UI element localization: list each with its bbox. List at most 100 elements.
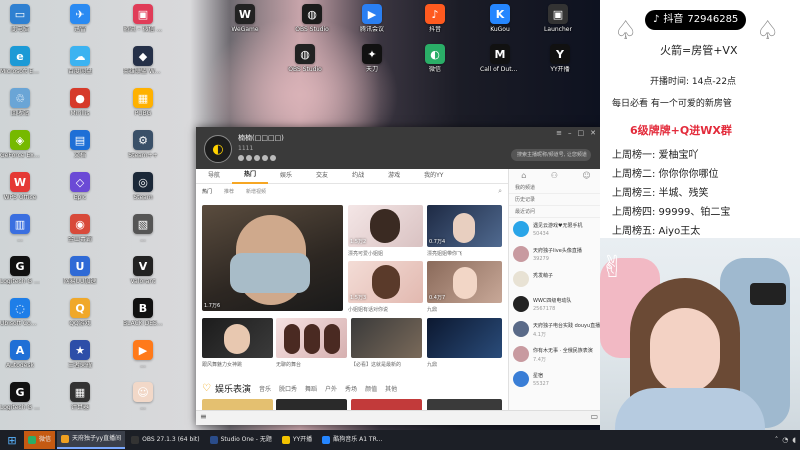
desktop-icon[interactable]: ◆ 英雄联盟 WeGame版 [123, 46, 163, 75]
desktop-icon[interactable]: A Autodesk [0, 340, 40, 369]
desktop-icon[interactable]: W WeGame [225, 4, 265, 33]
taskbar-item[interactable]: 天府独子yy直播间 [57, 431, 126, 449]
desktop-icon[interactable]: G Logitech G HUB [0, 256, 40, 285]
section-tab[interactable]: 颜值 [365, 384, 377, 393]
live-tile[interactable] [202, 318, 273, 358]
desktop-icon[interactable]: ★ 王者荣耀 [60, 340, 100, 369]
desktop-icon[interactable]: ◌ Ubisoft Connect [0, 298, 40, 327]
home-icon[interactable]: ⌂ [521, 171, 526, 180]
desktop-icon[interactable]: G Logitech G HUB [0, 382, 40, 411]
desktop-icon[interactable]: ☁ 百度网盘 [60, 46, 100, 75]
live-tile[interactable]: 1.5万3 [348, 261, 423, 303]
desktop-icon[interactable]: ▤ 文档 [60, 130, 100, 159]
tab-1[interactable]: 热门 [232, 168, 269, 184]
start-button[interactable]: ⊞ [0, 434, 24, 447]
desktop-icon[interactable]: ◎ Steam [123, 172, 163, 201]
desktop-icon[interactable]: ▥... [0, 214, 40, 243]
taskbar-item[interactable]: 微信 [24, 431, 56, 449]
desktop-icon[interactable]: ⚙ Steam++ [123, 130, 163, 159]
desktop-icon[interactable]: M Call of Duty MW [480, 44, 520, 73]
live-tile-featured[interactable]: 1.7万6 [202, 205, 343, 311]
taskbar-item[interactable]: OBS 27.1.3 (64 bit) [127, 431, 204, 449]
desktop-icon[interactable]: ✦ 天刀 [352, 44, 392, 73]
desktop-icon[interactable]: V Valorant [123, 256, 163, 285]
tab-4[interactable]: 约战 [340, 169, 376, 183]
subtab-1[interactable]: 推荐 [218, 188, 240, 195]
live-tile[interactable] [276, 318, 347, 358]
sidebar-link[interactable]: 历史记录 [509, 194, 603, 206]
desktop-icon[interactable]: ◍ OBS Studio [292, 4, 332, 33]
section-tab[interactable]: 音乐 [259, 384, 271, 393]
sidebar-channel-item[interactable]: 天府独子live头像直播 39279 [509, 243, 603, 268]
desktop-icon[interactable]: W WPS Office [0, 172, 40, 201]
menu-icon[interactable]: ≡ [200, 412, 207, 421]
taskbar-item[interactable]: YY开播 [278, 431, 316, 449]
tab-0[interactable]: 导航 [196, 169, 232, 183]
live-tile[interactable] [427, 318, 502, 358]
desktop-icon[interactable]: ▦ PUBG [123, 88, 163, 117]
section-tab[interactable]: 脱口秀 [279, 384, 297, 393]
section-tab[interactable]: 户外 [325, 384, 337, 393]
tab-5[interactable]: 游戏 [376, 169, 412, 183]
search-input[interactable]: 搜索主播昵称/频道号, 让您频道 [511, 149, 591, 161]
desktop-icon[interactable]: e Microsoft Edge [0, 46, 40, 75]
desktop-icon[interactable]: Q QQ游戏 [60, 298, 100, 327]
desktop-icon[interactable]: B BLACK DESERT [123, 298, 163, 327]
menu-icon[interactable]: ≡ [556, 129, 562, 137]
desktop-icon[interactable]: ▭ 此电脑 [0, 4, 40, 33]
user-avatar[interactable]: ◐ [204, 135, 232, 163]
group-icon[interactable]: ⚇ [551, 171, 558, 180]
sidebar-channel-item[interactable]: 遇见云游戏♥无限手机 50434 [509, 218, 603, 243]
desktop-icon[interactable]: ▶ 腾讯会议 [352, 4, 392, 33]
live-tile[interactable]: 0.4万7 [427, 261, 502, 303]
desktop-icon[interactable]: ◉ 金山毒霸 [60, 214, 100, 243]
section-tab[interactable]: 其他 [385, 384, 397, 393]
taskbar-item[interactable]: Studio One - 无题 [206, 431, 276, 449]
search-icon[interactable]: ⌕ [498, 187, 502, 196]
sidebar-channel-item[interactable]: 天府独子电台实践 douyu直播 4.1万 [509, 318, 603, 343]
desktop-icon[interactable]: K KuGou [480, 4, 520, 33]
sidebar-channel-item[interactable]: 星宿 55327 [509, 368, 603, 393]
sidebar-channel-item[interactable]: 你有木无事 · 全俄民族表演 7.4万 [509, 343, 603, 368]
subtab-0[interactable]: 热门 [196, 188, 218, 195]
desktop-icon[interactable]: ♲ 回收站 [0, 88, 40, 117]
desktop-icon[interactable]: ▣ Launcher [538, 4, 578, 33]
sidebar-channel-item[interactable]: WWC四级电动队 2567178 [509, 293, 603, 318]
chevron-up-icon[interactable]: ˄ [775, 436, 779, 444]
desktop-icon[interactable]: ◇ Epic [60, 172, 100, 201]
desktop-icon[interactable]: ◈ GeForce Experience [0, 130, 40, 159]
tab-3[interactable]: 交友 [304, 169, 340, 183]
user-icon[interactable]: ☺ [582, 171, 590, 180]
desktop-icon[interactable]: ☺... [123, 382, 163, 411]
network-icon[interactable]: ◔ [782, 436, 788, 444]
desktop-icon[interactable]: ▧... [123, 214, 163, 243]
live-tile[interactable]: 1.5万2 [348, 205, 423, 247]
volume-icon[interactable]: ◖ [792, 436, 796, 444]
app-icon [61, 435, 70, 443]
desktop-icon[interactable]: ✈ 迅雷 [60, 4, 100, 33]
live-tile[interactable]: 0.7万4 [427, 205, 502, 247]
section-tab[interactable]: 秀场 [345, 384, 357, 393]
desktop-icon[interactable]: ▦ 计算器 [60, 382, 100, 411]
desktop-icon[interactable]: ▣ 腾讯 – 微信 ... [123, 4, 163, 33]
desktop-icon[interactable]: Y YY开播 [540, 44, 580, 73]
desktop-icon[interactable]: U 网易UU加速 [60, 256, 100, 285]
tab-6[interactable]: 我的YY [412, 169, 455, 183]
maximize-icon[interactable]: □ [578, 129, 585, 137]
sidebar-channel-item[interactable]: 秃发萌子 [509, 268, 603, 293]
chat-icon[interactable]: ▭ [590, 412, 598, 421]
desktop-icon[interactable]: ◍ OBS Studio [285, 44, 325, 73]
tab-2[interactable]: 娱乐 [268, 169, 304, 183]
desktop-icon[interactable]: ♪ 抖音 [415, 4, 455, 33]
sidebar-link[interactable]: 最近访问 [509, 206, 603, 218]
desktop-icon[interactable]: ● Mirillis [60, 88, 100, 117]
taskbar-item[interactable]: 酷狗音乐 A1 TR... [318, 431, 386, 449]
sidebar-link[interactable]: 我的频道 [509, 182, 603, 194]
section-tab[interactable]: 舞蹈 [305, 384, 317, 393]
live-tile[interactable] [351, 318, 422, 358]
close-icon[interactable]: ✕ [590, 129, 596, 137]
desktop-icon[interactable]: ▶... [123, 340, 163, 369]
minimize-icon[interactable]: – [568, 129, 572, 137]
subtab-2[interactable]: 新增视频 [240, 188, 272, 195]
desktop-icon[interactable]: ◐ 微信 [415, 44, 455, 73]
